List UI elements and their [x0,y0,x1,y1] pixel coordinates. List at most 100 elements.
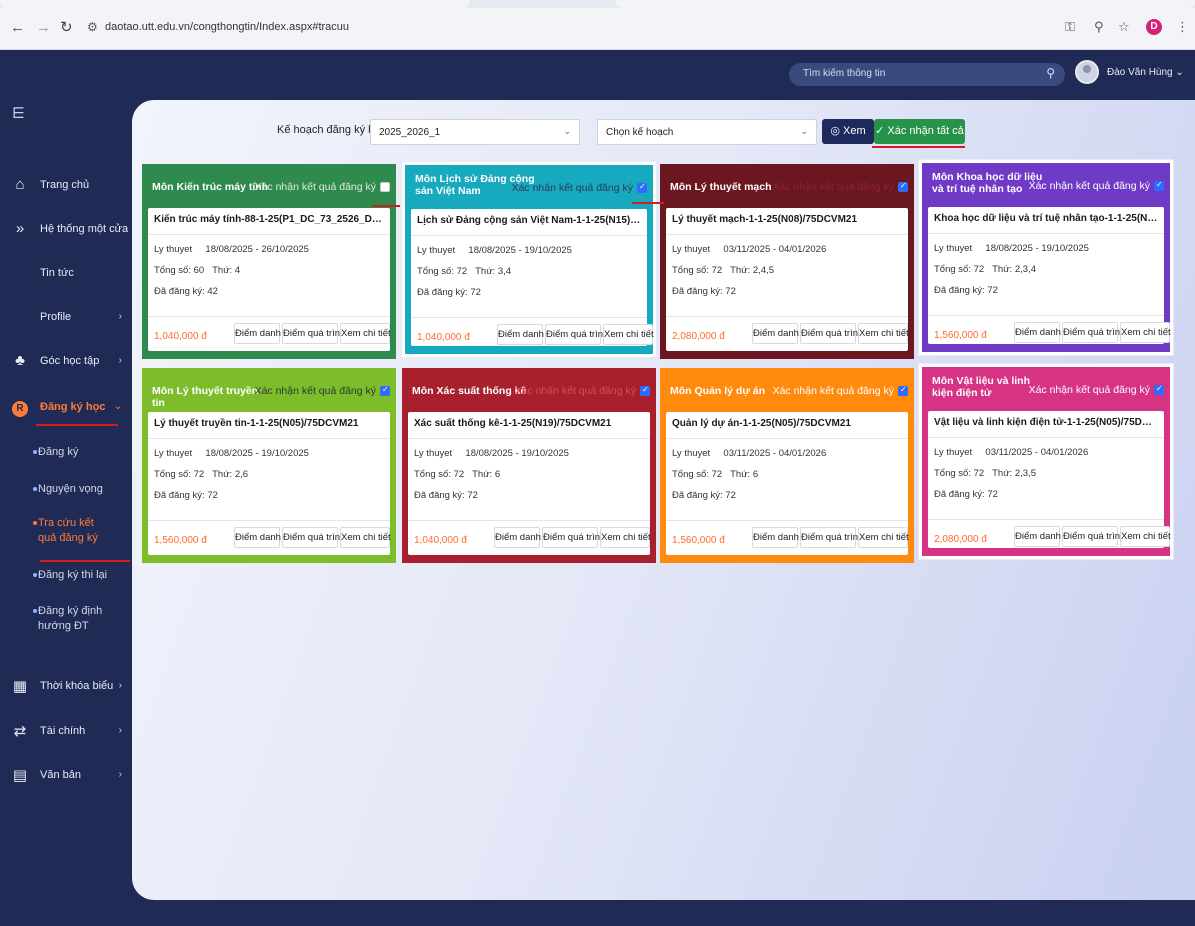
zoom-icon[interactable]: ⚲ [1094,19,1104,35]
confirm-result-label[interactable]: Xác nhận kết quả đăng ký [1029,384,1150,396]
attendance-button[interactable]: Điểm danh [752,527,799,548]
details-button[interactable]: Xem chi tiết [1120,526,1171,547]
chevron-right-icon: › [118,355,122,366]
sidebar-item-news[interactable]: Tin tức [0,258,132,288]
site-info-icon[interactable]: ⚙ [87,20,98,34]
bookmark-star-icon[interactable]: ☆ [1118,19,1130,35]
chevron-right-icon: › [118,725,122,736]
course-card: Môn Kiến trúc máy tính Xác nhận kết quả … [142,164,396,359]
divider [928,519,1164,520]
registered-label: Đã đăng ký: [154,490,205,501]
class-name: Vật liệu và linh kiện điện tử-1-1-25(N05… [934,417,1158,428]
divider [666,520,908,521]
attendance-button[interactable]: Điểm danh [752,323,799,344]
confirm-checkbox[interactable] [898,385,908,396]
details-button[interactable]: Xem chi tiết [1120,322,1171,343]
sidebar-subitem-register[interactable]: Đăng ký [33,445,124,460]
divider [148,438,390,439]
users-icon: ♣ [15,352,25,369]
confirm-result-label[interactable]: Xác nhận kết quả đăng ký [255,385,376,397]
tab[interactable] [615,0,1195,8]
sidebar-item-one-stop[interactable]: » Hệ thống một cửa [0,214,132,244]
sidebar-item-finance[interactable]: ⇄ Tài chính › [0,716,132,746]
sidebar-subitem-label: Đăng ký [38,446,79,458]
confirm-result-label[interactable]: Xác nhận kết quả đăng ký [255,181,376,193]
registered-row: Đã đăng ký: 72 [414,490,478,501]
tab[interactable] [0,0,470,8]
course-price: 1,040,000 đ [154,331,207,342]
sidebar-subitem-retake[interactable]: Đăng ký thi lại [33,568,124,583]
reload-icon[interactable]: ↻ [60,20,73,36]
details-button[interactable]: Xem chi tiết [858,527,909,548]
sidebar-collapse-icon[interactable]: ⋿ [12,104,25,122]
confirm-checkbox[interactable] [1154,384,1164,395]
search-icon[interactable]: ⚲ [1046,66,1055,80]
term-select[interactable]: 2025_2026_1 ⌄ [370,119,580,145]
registered-row: Đã đăng ký: 72 [672,490,736,501]
process-score-button[interactable]: Điểm quá trình [282,527,345,548]
plan-select[interactable]: Chọn kế hoạch ⌄ [597,119,817,145]
confirm-checkbox[interactable] [637,182,647,193]
day-label: Thứ: [212,265,233,276]
divider [928,437,1164,438]
course-card-body: Xác suất thống kê-1-1-25(N19)/75DCVM21 L… [408,412,651,555]
sidebar-item-timetable[interactable]: ▦ Thời khóa biểu › [0,671,132,701]
details-button[interactable]: Xem chi tiết [340,527,391,548]
process-score-button[interactable]: Điểm quá trình [1062,526,1125,547]
confirm-result-label[interactable]: Xác nhận kết quả đăng ký [512,182,633,194]
process-score-button[interactable]: Điểm quá trình [545,324,608,345]
process-score-button[interactable]: Điểm quá trình [542,527,605,548]
attendance-button[interactable]: Điểm danh [497,324,544,345]
confirm-result-label[interactable]: Xác nhận kết quả đăng ký [773,181,894,193]
highlight-underline [372,205,400,207]
confirm-checkbox[interactable] [380,182,390,192]
sidebar-subitem-lookup-results[interactable]: Tra cứu kết quả đăng ký [33,516,110,546]
attendance-button[interactable]: Điểm danh [234,323,281,344]
sidebar-item-course-registration[interactable]: R Đăng ký học ⌄ [0,392,132,422]
confirm-checkbox[interactable] [1154,180,1164,191]
details-button[interactable]: Xem chi tiết [600,527,651,548]
registered-value: 72 [467,490,478,501]
password-key-icon[interactable]: ⚿ [1065,19,1075,35]
sidebar-subitem-orientation[interactable]: Đăng ký định hướng ĐT [33,604,108,634]
process-score-button[interactable]: Điểm quá trình [800,323,863,344]
plan-select-value: Chọn kế hoạch [606,127,674,138]
course-card-header: Môn Lịch sử Đảng cộng sản Việt Nam Xác n… [405,165,653,209]
details-button[interactable]: Xem chi tiết [603,324,654,345]
forward-icon[interactable]: → [36,20,51,36]
user-name[interactable]: Đào Văn Hùng ⌄ [1107,67,1184,78]
process-score-button[interactable]: Điểm quá trình [282,323,345,344]
confirm-all-button[interactable]: ✓ Xác nhận tất cả [874,119,965,144]
stats-row: Tổng số: 72 Thứ: 2,6 [154,469,248,480]
address-bar[interactable]: daotao.utt.edu.vn/congthongtin/Index.asp… [105,21,349,33]
process-score-button[interactable]: Điểm quá trình [1062,322,1125,343]
sidebar-subitem-wishes[interactable]: Nguyện vọng [33,482,124,497]
confirm-checkbox[interactable] [640,385,650,396]
confirm-checkbox[interactable] [380,385,390,396]
browser-profile-avatar[interactable]: D [1146,19,1162,35]
stats-row: Tổng số: 72 Thứ: 2,3,5 [934,468,1036,479]
view-button[interactable]: ◎ Xem [822,119,874,144]
sidebar-item-profile[interactable]: Profile › [0,302,132,332]
details-button[interactable]: Xem chi tiết [858,323,909,344]
avatar[interactable] [1075,60,1099,84]
attendance-button[interactable]: Điểm danh [1014,322,1061,343]
browser-menu-icon[interactable]: ⋮ [1176,19,1189,35]
total-label: Tổng số: [934,468,971,479]
sidebar-item-study-corner[interactable]: ♣ Góc học tập › [0,346,132,376]
process-score-button[interactable]: Điểm quá trình [800,527,863,548]
highlight-underline [36,424,118,426]
confirm-result-label[interactable]: Xác nhận kết quả đăng ký [773,385,894,397]
confirm-result-label[interactable]: Xác nhận kết quả đăng ký [1029,180,1150,192]
sidebar-item-home[interactable]: ⌂ Trang chủ [0,170,132,200]
confirm-result-label[interactable]: Xác nhận kết quả đăng ký [515,385,636,397]
search-input[interactable]: Tìm kiếm thông tin ⚲ [789,63,1065,86]
confirm-checkbox[interactable] [898,181,908,192]
details-button[interactable]: Xem chi tiết [340,323,391,344]
attendance-button[interactable]: Điểm danh [234,527,281,548]
attendance-button[interactable]: Điểm danh [1014,526,1061,547]
divider [666,438,908,439]
sidebar-item-documents[interactable]: ▤ Văn bản › [0,760,132,790]
attendance-button[interactable]: Điểm danh [494,527,541,548]
back-icon[interactable]: ← [10,20,25,36]
